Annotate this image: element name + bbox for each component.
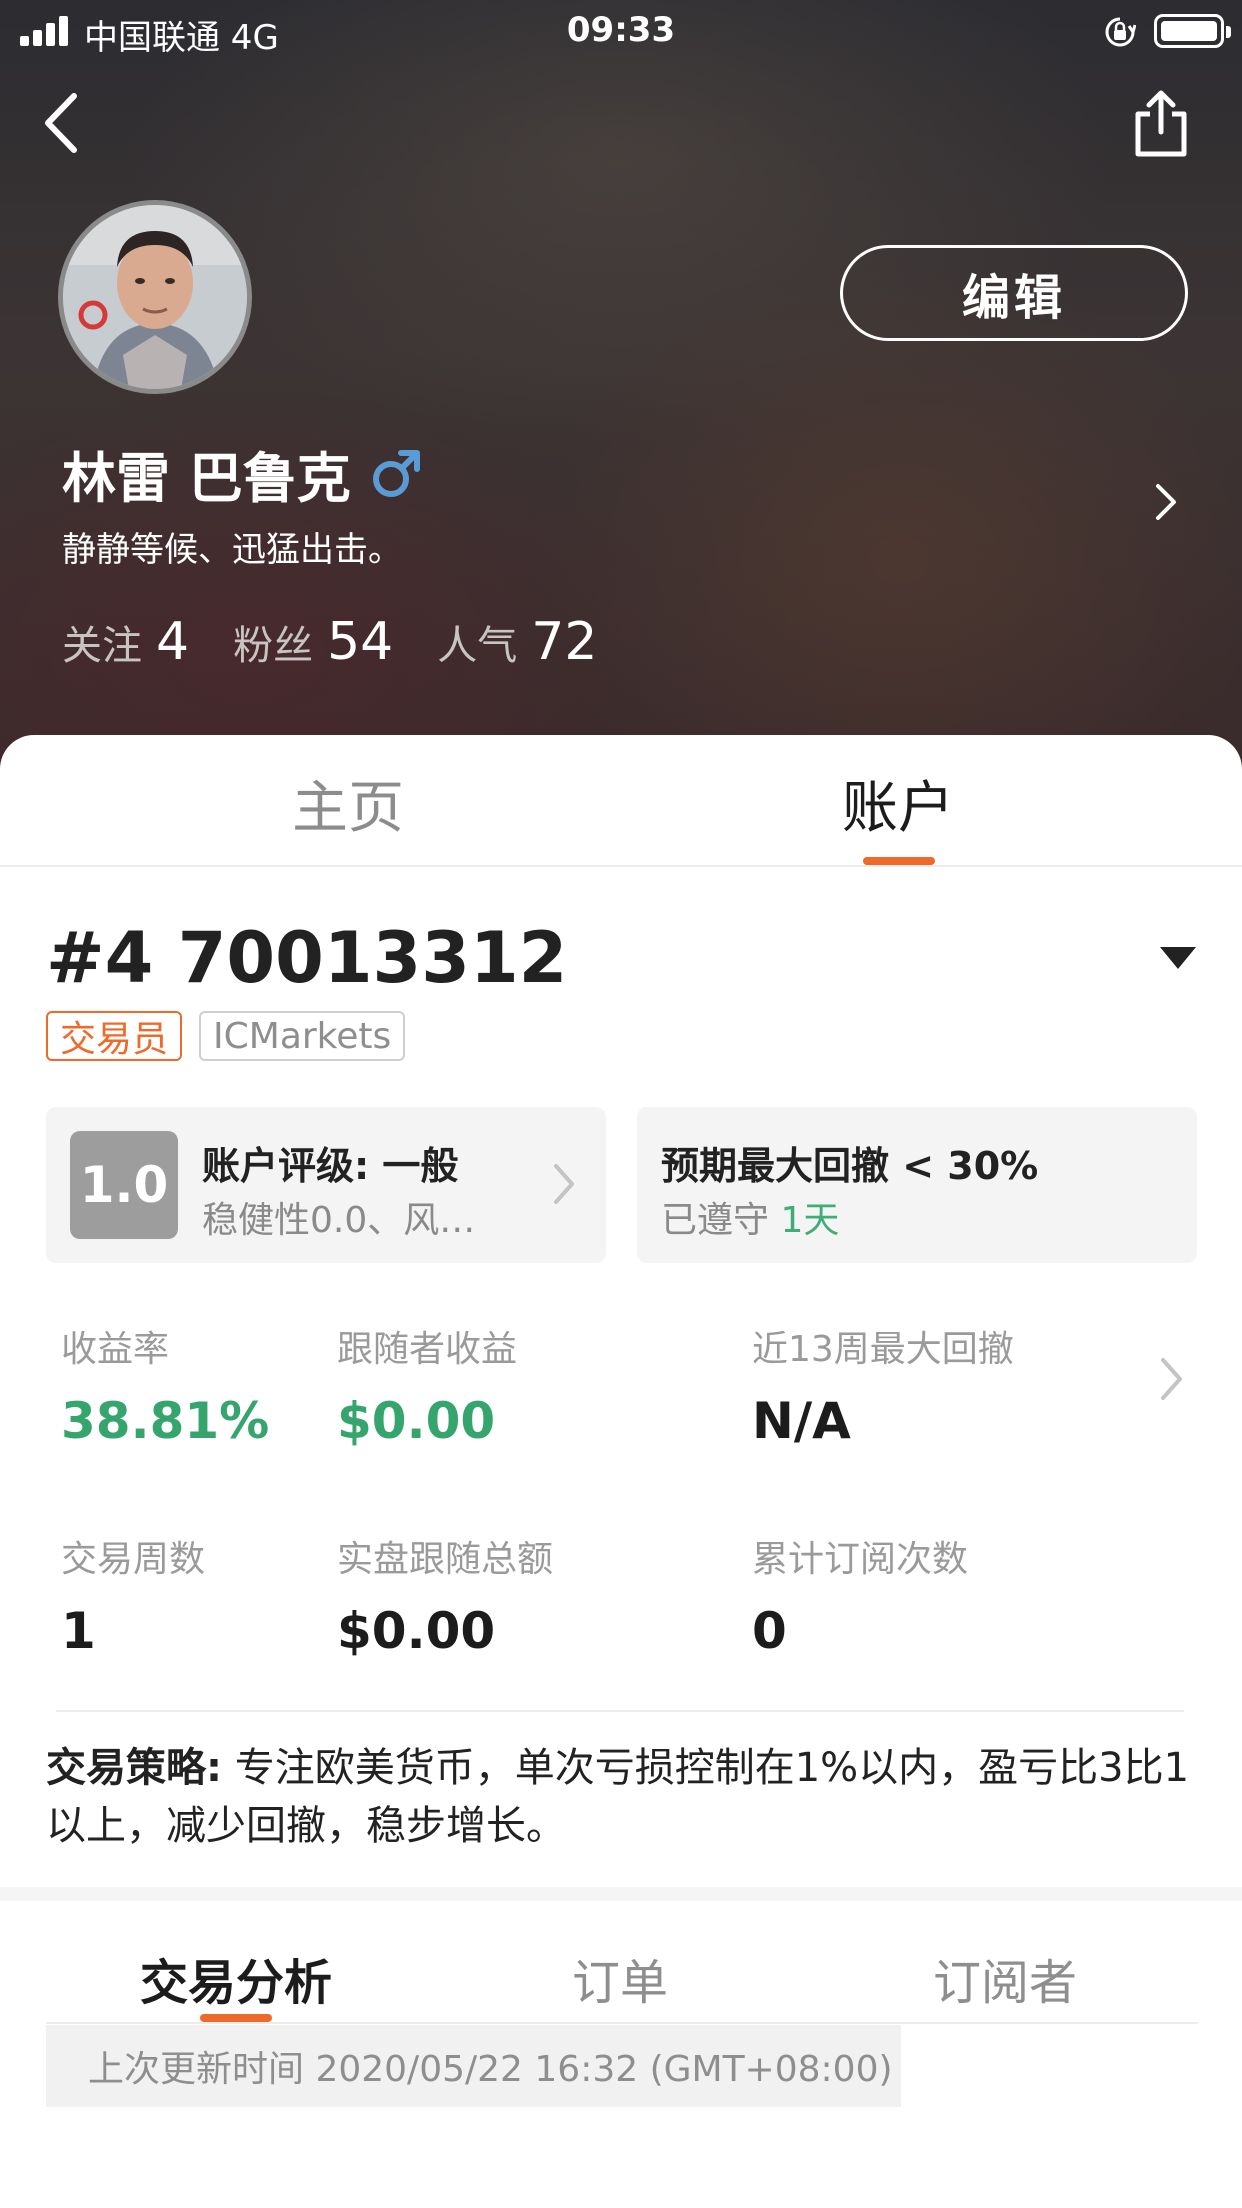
total-follow-amount-label: 实盘跟随总额 xyxy=(337,1539,554,1580)
rating-title: 账户评级: 一般 xyxy=(202,1144,459,1188)
follower-profit-value: $0.00 xyxy=(337,1392,496,1450)
account-dropdown-icon[interactable] xyxy=(1158,945,1198,971)
analysis-tab-bar: 交易分析 订单 订阅者 xyxy=(0,1901,1242,2023)
profile-name-row[interactable]: 林雷 巴鲁克 xyxy=(62,438,421,510)
drawdown-title: 预期最大回撤 < 30% xyxy=(661,1144,1039,1188)
last-update-time: 上次更新时间 2020/05/22 16:32 (GMT+08:00) xyxy=(46,2025,901,2107)
profile-stats: 关注 4 粉丝 54 人气 72 xyxy=(62,612,641,672)
rating-score-badge: 1.0 xyxy=(70,1131,178,1239)
broker-tag: ICMarkets xyxy=(199,1011,406,1061)
max-drawdown-13w-label: 近13周最大回撤 xyxy=(752,1329,1014,1370)
share-icon[interactable] xyxy=(1130,88,1192,160)
active-subtab-indicator xyxy=(200,2014,272,2022)
following-label[interactable]: 关注 xyxy=(62,613,142,671)
tab-subscribers[interactable]: 订阅者 xyxy=(875,1943,1135,2013)
max-drawdown-13w-value: N/A xyxy=(752,1392,851,1450)
profile-name: 林雷 巴鲁克 xyxy=(62,446,351,510)
rotation-lock-icon xyxy=(1105,17,1136,47)
followers-count[interactable]: 54 xyxy=(327,612,393,672)
divider xyxy=(56,1710,1184,1712)
profile-chevron-right-icon[interactable] xyxy=(1150,480,1180,524)
tab-home[interactable]: 主页 xyxy=(228,763,468,844)
total-follow-amount-value: $0.00 xyxy=(337,1602,496,1660)
trading-strategy: 交易策略: 专注欧美货币，单次亏损控制在1%以内，盈亏比3比1以上，减少回撤，稳… xyxy=(46,1739,1196,1855)
tab-trade-analysis[interactable]: 交易分析 xyxy=(106,1943,366,2013)
edit-button[interactable]: 编辑 xyxy=(840,245,1188,341)
return-rate-value: 38.81% xyxy=(61,1392,270,1450)
profile-header: 中国联通 4G 09:33 编辑 林雷 巴鲁克 静静等候、迅猛出击。 关注 4 … xyxy=(0,0,1242,770)
subtab-divider xyxy=(46,2022,1198,2024)
battery-icon xyxy=(1154,14,1231,48)
popularity-label: 人气 xyxy=(437,623,518,669)
followers-label[interactable]: 粉丝 xyxy=(233,613,313,671)
tab-account[interactable]: 账户 xyxy=(778,763,1018,844)
rating-subtitle: 稳健性0.0、风… xyxy=(202,1200,476,1241)
account-title: #4 70013312 xyxy=(46,917,568,999)
main-tab-bar: 主页 账户 xyxy=(0,735,1242,867)
return-rate-label: 收益率 xyxy=(61,1329,170,1370)
status-time: 09:33 xyxy=(566,10,676,50)
following-count[interactable]: 4 xyxy=(156,612,189,672)
trading-weeks-label: 交易周数 xyxy=(61,1539,206,1580)
trading-weeks-value: 1 xyxy=(61,1602,96,1660)
tab-orders[interactable]: 订单 xyxy=(490,1943,750,2013)
subscription-count-value: 0 xyxy=(752,1602,787,1660)
status-bar: 中国联通 4G 09:33 xyxy=(0,0,1242,62)
strategy-label: 交易策略: xyxy=(46,1745,222,1791)
account-card: 主页 账户 #4 70013312 交易员 ICMarkets 1.0 账户评级… xyxy=(0,735,1242,2208)
male-icon xyxy=(372,450,420,497)
active-tab-indicator xyxy=(863,857,935,865)
chevron-right-icon xyxy=(554,1164,574,1204)
subscription-count-label: 累计订阅次数 xyxy=(752,1539,969,1580)
max-drawdown-card: 预期最大回撤 < 30% 已遵守 1天 xyxy=(637,1107,1197,1263)
account-rating-card[interactable]: 1.0 账户评级: 一般 稳健性0.0、风… xyxy=(46,1107,606,1263)
metrics-chevron-right-icon[interactable] xyxy=(1158,1355,1186,1403)
drawdown-subtitle: 已遵守 1天 xyxy=(661,1191,839,1243)
follower-profit-label: 跟随者收益 xyxy=(337,1329,518,1370)
drawdown-compliance-label: 已遵守 xyxy=(661,1200,781,1241)
popularity-count: 72 xyxy=(531,612,598,672)
drawdown-compliance-days: 1天 xyxy=(780,1200,840,1241)
avatar-photo xyxy=(63,205,247,389)
profile-bio: 静静等候、迅猛出击。 xyxy=(62,530,402,570)
section-gap xyxy=(0,1887,1242,1901)
back-button[interactable] xyxy=(36,88,86,158)
avatar[interactable] xyxy=(58,200,252,394)
trader-tag: 交易员 xyxy=(46,1011,183,1061)
